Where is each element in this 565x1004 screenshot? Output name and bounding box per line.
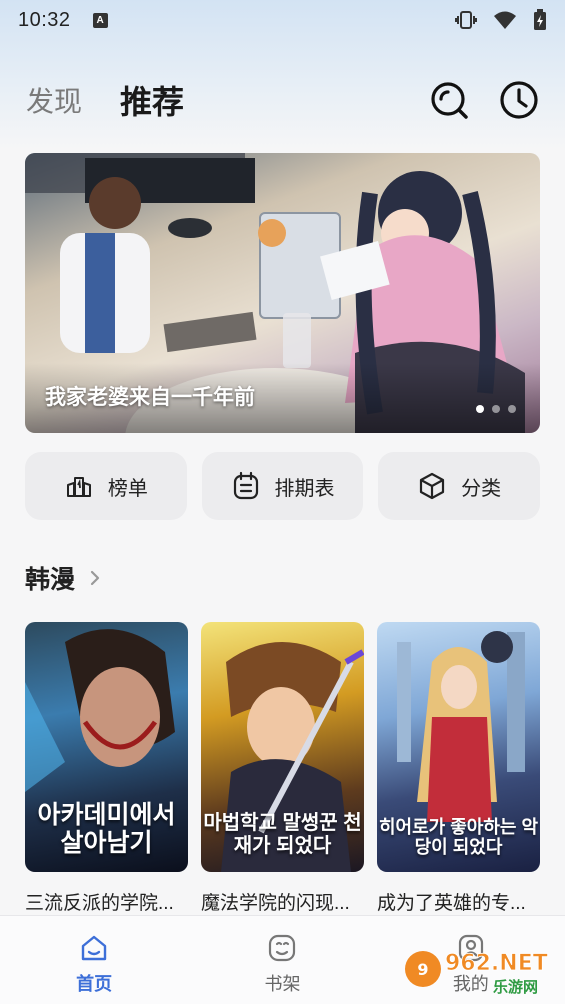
schedule-icon: [231, 471, 261, 501]
status-time: 10:32: [18, 8, 71, 31]
chevron-right-icon: [89, 567, 103, 589]
pagination-dot: [492, 405, 500, 413]
comic-list: 아카데미에서 살아남기 三流反派的学院... 마법학교 말썽꾼 천재가 되었다 …: [25, 622, 540, 915]
schedule-button[interactable]: 排期表: [201, 452, 364, 520]
svg-text:9: 9: [417, 960, 428, 979]
comic-cover: 아카데미에서 살아남기: [25, 622, 188, 872]
comic-card[interactable]: 히어로가 좋아하는 악당이 되었다 成为了英雄的专...: [377, 622, 540, 915]
nav-bookshelf-label: 书架: [264, 974, 301, 994]
bookshelf-icon: [266, 932, 298, 964]
banner-pagination: [476, 405, 516, 413]
comic-card[interactable]: 아카데미에서 살아남기 三流反派的学院...: [25, 622, 188, 915]
schedule-label: 排期表: [274, 477, 335, 500]
comic-cover-text: 마법학교 말썽꾼 천재가 되었다: [203, 812, 362, 857]
comic-cover-text: 히어로가 좋아하는 악당이 되었다: [378, 816, 539, 858]
notification-icon: A: [92, 12, 108, 28]
pagination-dot-active: [476, 405, 484, 413]
watermark-subtitle: 乐游网: [493, 978, 538, 996]
watermark-brand: 962.NET: [445, 951, 548, 976]
tab-discover[interactable]: 发现: [26, 80, 82, 120]
pagination-dot: [508, 405, 516, 413]
nav-home[interactable]: 首页: [0, 916, 188, 1004]
history-icon[interactable]: [499, 80, 539, 120]
wifi-icon: [494, 11, 516, 29]
category-label: 分类: [461, 477, 502, 500]
comic-title: 三流反派的学院...: [25, 893, 174, 914]
quick-links: 榜单 排期表 分类: [25, 452, 541, 520]
category-icon: [417, 471, 447, 501]
featured-banner[interactable]: 我家老婆来自一千年前: [25, 153, 540, 433]
banner-title: 我家老婆来自一千年前: [45, 386, 255, 409]
search-icon[interactable]: [429, 80, 469, 120]
comic-title: 魔法学院的闪现...: [201, 893, 350, 914]
comic-cover-text: 아카데미에서 살아남기: [37, 800, 176, 858]
comic-cover: 히어로가 좋아하는 악당이 되었다: [377, 622, 540, 872]
ranking-icon: [64, 471, 94, 501]
nav-home-label: 首页: [76, 974, 113, 994]
nav-bookshelf[interactable]: 书架: [188, 916, 376, 1004]
status-bar: 10:32 A: [0, 0, 565, 40]
top-header: 发现 推荐: [0, 70, 565, 130]
comic-title: 成为了英雄的专...: [377, 893, 526, 914]
home-icon: [78, 932, 110, 964]
vibrate-icon: [455, 11, 477, 29]
site-watermark: 9 962.NET 乐游网: [405, 951, 548, 996]
status-icons: [455, 9, 547, 31]
comic-cover: 마법학교 말썽꾼 천재가 되었다: [201, 622, 364, 872]
category-button[interactable]: 分类: [378, 452, 541, 520]
ranking-label: 榜单: [107, 477, 148, 500]
section-title: 韩漫: [25, 566, 76, 594]
tab-recommend[interactable]: 推荐: [120, 77, 184, 123]
ranking-button[interactable]: 榜单: [25, 452, 187, 520]
battery-icon: [534, 9, 546, 30]
comic-card[interactable]: 마법학교 말썽꾼 천재가 되었다 魔法学院的闪现...: [201, 622, 364, 915]
section-header[interactable]: 韩漫: [25, 560, 103, 596]
